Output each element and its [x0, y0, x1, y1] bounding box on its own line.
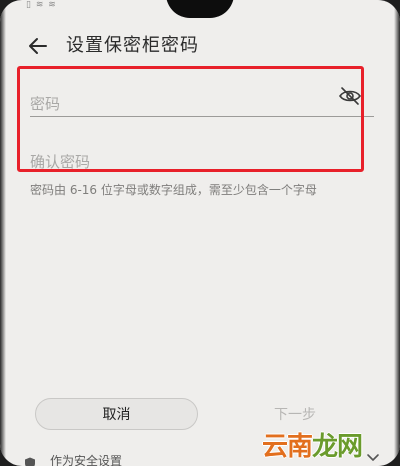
password-underline — [30, 116, 374, 117]
password-input[interactable] — [30, 76, 330, 120]
security-setting-row[interactable]: 作为安全设置 — [24, 452, 224, 466]
device-frame-left — [0, 0, 6, 466]
camera-notch — [166, 0, 234, 18]
header: 设置保密柜密码 — [0, 28, 400, 64]
arrow-left-icon[interactable] — [26, 34, 50, 58]
device-frame-right — [394, 0, 400, 466]
status-bar: ▯ ≋ ≋ — [0, 0, 400, 18]
confirm-password-underline — [30, 174, 374, 175]
phone-screen: ▯ ≋ ≋ 设置保密柜密码 密码由 6-16 位字母或数字组成，需至少包含一个字… — [0, 0, 400, 466]
watermark-part1: 云南 — [262, 432, 313, 462]
password-field-container — [30, 76, 374, 126]
security-setting-label: 作为安全设置 — [50, 454, 123, 466]
chevron-down-icon[interactable] — [366, 452, 380, 464]
shield-icon — [24, 455, 36, 466]
confirm-password-field-container — [30, 134, 374, 184]
eye-off-icon[interactable] — [338, 86, 362, 106]
password-hint: 密码由 6-16 位字母或数字组成，需至少包含一个字母 — [30, 183, 317, 197]
status-icons: ▯ ≋ ≋ — [26, 0, 57, 10]
watermark-part2: 龙网 — [312, 432, 363, 462]
cancel-button[interactable]: 取消 — [35, 398, 198, 430]
confirm-password-input[interactable] — [30, 134, 330, 178]
watermark-logo: 云南龙网 — [262, 426, 363, 462]
page-title: 设置保密柜密码 — [66, 35, 199, 56]
